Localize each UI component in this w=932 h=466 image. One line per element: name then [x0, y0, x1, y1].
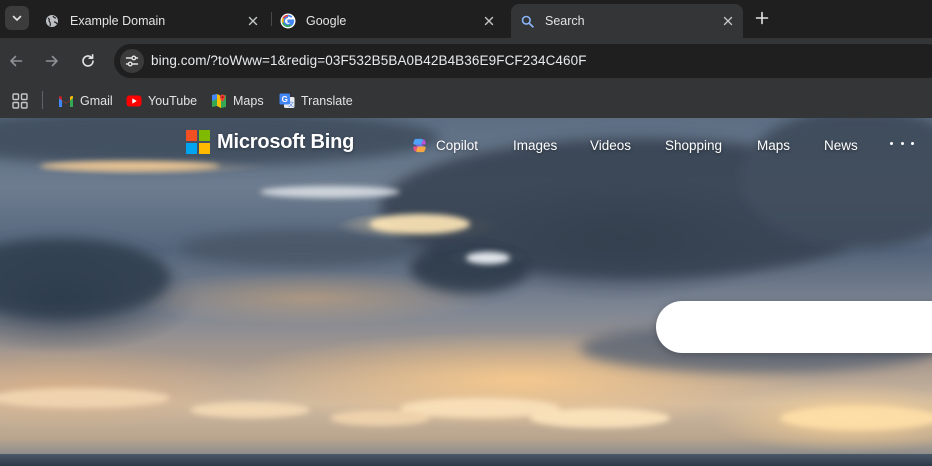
reload-icon — [82, 54, 94, 67]
url-text[interactable]: bing.com/?toWww=1&redig=03F532B5BA0B42B4… — [151, 53, 587, 68]
bookmarks-bar: Gmail YouTube Maps G 文 Translate — [0, 84, 932, 118]
tab-strip: Example Domain Google Search — [0, 0, 932, 38]
address-bar[interactable]: bing.com/?toWww=1&redig=03F532B5BA0B42B4… — [114, 44, 932, 78]
microsoft-logo-icon — [186, 130, 210, 154]
microsoft-bing-logo[interactable]: Microsoft Bing — [186, 130, 354, 154]
maps-icon — [211, 93, 227, 109]
translate-icon: G 文 — [279, 93, 295, 109]
search-input[interactable] — [656, 301, 932, 353]
svg-text:G: G — [282, 95, 288, 104]
dot-icon — [911, 141, 914, 145]
bookmark-label: Translate — [301, 94, 353, 108]
tab-search-button[interactable] — [5, 6, 29, 30]
nav-videos[interactable]: Videos — [590, 135, 631, 155]
new-tab-button[interactable] — [752, 8, 772, 28]
apps-grid-icon — [12, 93, 28, 109]
logo-text: Microsoft Bing — [217, 130, 355, 153]
nav-copilot[interactable]: Copilot — [411, 135, 478, 155]
search-icon — [519, 13, 535, 29]
nav-news[interactable]: News — [824, 135, 858, 155]
apps-button[interactable] — [11, 92, 29, 110]
bookmark-youtube[interactable]: YouTube — [126, 90, 197, 112]
tab-title: Search — [545, 14, 585, 28]
globe-icon — [44, 13, 60, 29]
bookmark-label: YouTube — [148, 94, 198, 108]
arrow-left-icon — [10, 55, 23, 67]
bookmark-label: Maps — [233, 94, 264, 108]
bookmark-label: Gmail — [80, 94, 113, 108]
tab-google[interactable]: Google — [272, 4, 504, 38]
close-tab-icon[interactable] — [244, 12, 262, 30]
bookmark-maps[interactable]: Maps — [211, 90, 264, 112]
bookmark-gmail[interactable]: Gmail — [58, 90, 113, 112]
bookmark-translate[interactable]: G 文 Translate — [279, 90, 353, 112]
nav-item-label: Shopping — [665, 137, 723, 153]
gmail-icon — [58, 93, 74, 109]
nav-item-label: Videos — [590, 137, 632, 153]
youtube-icon — [126, 93, 142, 109]
google-g-icon — [280, 13, 296, 29]
sky-background-image — [0, 118, 932, 430]
close-tab-icon[interactable] — [719, 12, 737, 30]
nav-shopping[interactable]: Shopping — [665, 135, 722, 155]
nav-maps[interactable]: Maps — [757, 135, 790, 155]
nav-item-label: Images — [513, 137, 558, 153]
tab-title: Example Domain — [70, 14, 166, 28]
arrow-right-icon — [45, 55, 58, 67]
svg-text:文: 文 — [288, 101, 294, 109]
nav-item-label: Copilot — [436, 137, 479, 153]
bookmarks-divider — [42, 91, 43, 109]
nav-item-label: News — [824, 137, 858, 153]
nav-images[interactable]: Images — [513, 135, 557, 155]
copilot-icon — [413, 138, 426, 152]
tab-title: Google — [306, 14, 347, 28]
close-tab-icon[interactable] — [480, 12, 498, 30]
site-info-button[interactable] — [120, 49, 144, 73]
tab-example-domain[interactable]: Example Domain — [36, 4, 268, 38]
browser-toolbar: bing.com/?toWww=1&redig=03F532B5BA0B42B4… — [0, 38, 932, 84]
tune-icon — [125, 55, 139, 67]
bing-homepage: Microsoft Bing Copilot Images Videos Sho… — [0, 118, 932, 466]
forward-button[interactable] — [42, 51, 62, 71]
horizon-strip — [0, 454, 932, 466]
back-button[interactable] — [6, 51, 26, 71]
more-menu-button[interactable] — [890, 133, 914, 153]
tab-search[interactable]: Search — [511, 4, 743, 38]
reload-button[interactable] — [78, 51, 98, 71]
nav-item-label: Maps — [757, 137, 791, 153]
chevron-down-icon — [12, 15, 22, 21]
plus-icon — [755, 11, 769, 25]
dot-icon — [890, 141, 893, 145]
dot-icon — [900, 141, 904, 145]
